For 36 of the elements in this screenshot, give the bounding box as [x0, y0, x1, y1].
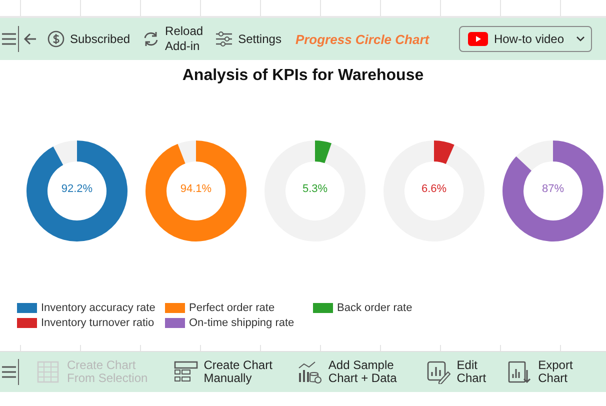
- settings-button[interactable]: Settings: [215, 30, 282, 48]
- menu-icon[interactable]: [2, 33, 16, 45]
- export-button[interactable]: Export Chart: [508, 359, 573, 385]
- donut-value: 5.3%: [301, 183, 329, 195]
- video-play-icon: [468, 32, 488, 46]
- donut-track: [54, 140, 78, 166]
- legend-label: Back order rate: [337, 302, 412, 314]
- legend-label: Perfect order rate: [189, 302, 275, 314]
- manual-button[interactable]: Create Chart Manually: [174, 359, 272, 385]
- donut-value: 94.1%: [179, 183, 213, 195]
- chart-database-icon: [298, 360, 322, 384]
- donut-value: 6.6%: [420, 183, 448, 195]
- chart-title: Analysis of KPIs for Warehouse: [181, 67, 425, 85]
- sliders-icon: [215, 30, 234, 48]
- legend-label: On-time shipping rate: [189, 317, 294, 329]
- reload-icon: [142, 30, 160, 48]
- donut-track: [516, 140, 554, 172]
- app-title: Progress Circle Chart: [295, 32, 430, 46]
- legend-label: Inventory accuracy rate: [41, 302, 156, 314]
- menu-icon[interactable]: [2, 366, 16, 378]
- table-icon: [37, 360, 61, 384]
- legend-label: Inventory turnover ratio: [41, 317, 154, 329]
- donut-value: 87%: [540, 183, 566, 195]
- subscribed-button[interactable]: Subscribed: [47, 30, 130, 48]
- reload-button[interactable]: Reload Add-in: [142, 24, 204, 54]
- edit-button[interactable]: Edit Chart: [426, 359, 486, 385]
- sample-button[interactable]: Add Sample Chart + Data: [298, 359, 397, 385]
- donut-value: 92.2%: [60, 183, 94, 195]
- chart-edit-icon: [426, 360, 451, 384]
- chart-export-icon: [508, 360, 532, 384]
- donut-track: [178, 140, 196, 164]
- caret-icon: [576, 36, 585, 42]
- dollar-icon: [47, 30, 65, 48]
- video-dropdown[interactable]: How-to video: [458, 26, 592, 52]
- form-icon: [174, 360, 198, 384]
- back-arrow-icon[interactable]: [23, 32, 37, 46]
